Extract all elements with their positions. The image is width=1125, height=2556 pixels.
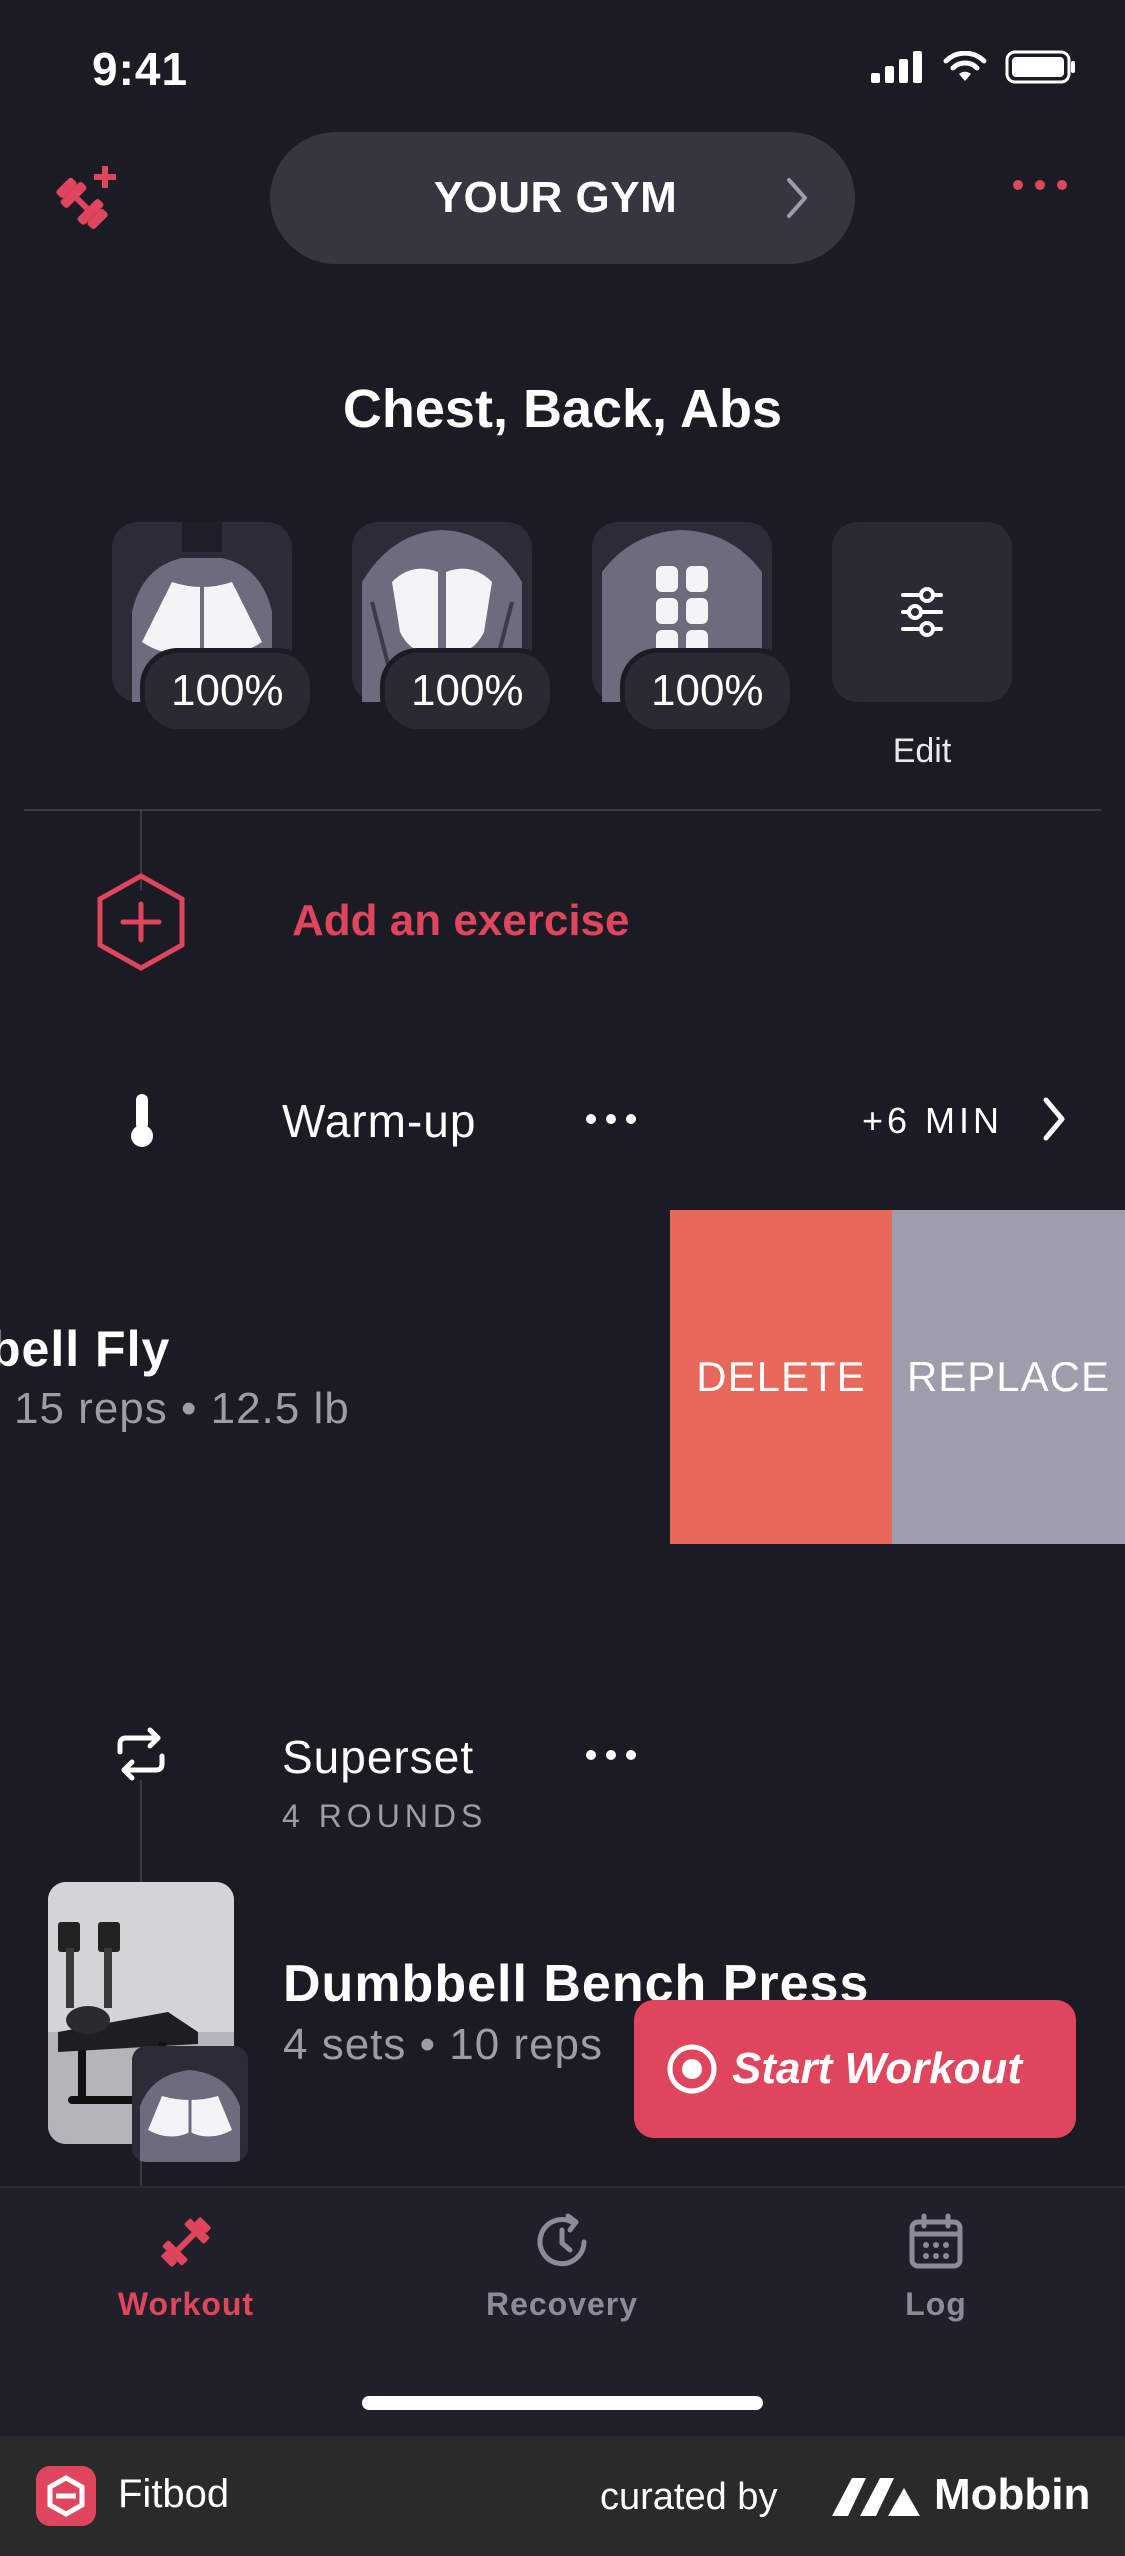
gym-selector-button[interactable]: YOUR GYM — [270, 132, 855, 264]
start-workout-button[interactable]: Start Workout — [634, 2000, 1076, 2138]
more-options-button[interactable] — [1013, 180, 1067, 190]
recovery-clock-icon — [537, 2213, 587, 2267]
mobbin-logo-icon — [832, 2478, 920, 2516]
attribution-footer: Fitbod curated by Mobbin — [0, 2436, 1125, 2556]
superset-rounds: 4 ROUNDS — [282, 1798, 488, 1834]
warmup-chevron-button[interactable] — [1040, 1096, 1068, 1147]
muscle-recovery-badge: 100% — [620, 648, 795, 734]
tab-label: Recovery — [485, 2286, 639, 2322]
chest-muscle-overlay — [132, 2046, 248, 2162]
muscle-recovery-badge: 100% — [380, 648, 555, 734]
workout-title: Chest, Back, Abs — [342, 379, 783, 439]
add-exercise-label[interactable]: Add an exercise — [292, 896, 630, 946]
delete-button[interactable]: DELETE — [670, 1210, 892, 1544]
record-icon — [667, 2044, 717, 2094]
superset-label[interactable]: Superset — [282, 1730, 474, 1784]
start-workout-label: Start Workout — [732, 2044, 1023, 2093]
more-horizontal-icon — [586, 1750, 596, 1760]
status-icons — [871, 50, 1077, 84]
divider — [24, 809, 1101, 811]
replace-label: REPLACE — [906, 1353, 1111, 1400]
repeat-icon — [112, 1726, 170, 1787]
fitbod-logo-icon — [36, 2466, 96, 2526]
add-exercise-button[interactable] — [96, 872, 186, 977]
thermometer-icon — [126, 1092, 158, 1153]
tab-log[interactable]: Log — [806, 2212, 1066, 2323]
home-indicator[interactable] — [362, 2396, 763, 2410]
more-horizontal-icon — [586, 1114, 596, 1124]
sliders-icon — [901, 587, 943, 637]
add-workout-button[interactable] — [52, 162, 122, 232]
muscle-card-chest[interactable]: 100% — [112, 522, 315, 734]
hexagon-plus-icon — [97, 873, 185, 971]
battery-icon — [1005, 50, 1075, 84]
tab-label: Workout — [117, 2286, 255, 2322]
edit-label: Edit — [892, 732, 952, 770]
superset-more-button[interactable] — [586, 1750, 636, 1760]
dumbbell-plus-icon — [56, 166, 116, 230]
dumbbell-icon — [161, 2217, 211, 2267]
tab-label: Log — [905, 2286, 967, 2322]
curated-by-label: curated by — [600, 2476, 778, 2518]
signal-icon — [871, 51, 922, 83]
warmup-label[interactable]: Warm-up — [282, 1094, 476, 1148]
edit-muscles-button[interactable] — [832, 522, 1012, 702]
exercise-name[interactable]: bell Fly — [0, 1320, 170, 1378]
delete-label: DELETE — [696, 1353, 866, 1400]
exercise-detail: 15 reps • 12.5 lb — [14, 1384, 350, 1433]
more-horizontal-icon — [1013, 180, 1023, 190]
tab-workout[interactable]: Workout — [56, 2212, 316, 2323]
app-name: Fitbod — [118, 2472, 230, 2516]
replace-button[interactable]: REPLACE — [892, 1210, 1125, 1544]
calendar-icon — [909, 2213, 963, 2269]
muscle-card-back[interactable]: 100% — [352, 522, 555, 734]
muscle-card-abs[interactable]: 100% — [592, 522, 795, 734]
tab-recovery[interactable]: Recovery — [432, 2212, 692, 2323]
brand-name: Mobbin — [934, 2470, 1091, 2519]
warmup-more-button[interactable] — [586, 1114, 636, 1124]
timeline-line — [140, 1780, 142, 1890]
status-time: 9:41 — [92, 43, 189, 95]
chevron-right-icon — [787, 178, 807, 218]
chevron-right-icon — [1043, 1097, 1065, 1141]
warmup-duration: +6 MIN — [862, 1100, 1004, 1141]
wifi-icon — [943, 51, 987, 81]
muscle-recovery-badge: 100% — [140, 648, 315, 734]
gym-label: YOUR GYM — [433, 173, 678, 222]
exercise-detail: 4 sets • 10 reps — [283, 2020, 604, 2069]
